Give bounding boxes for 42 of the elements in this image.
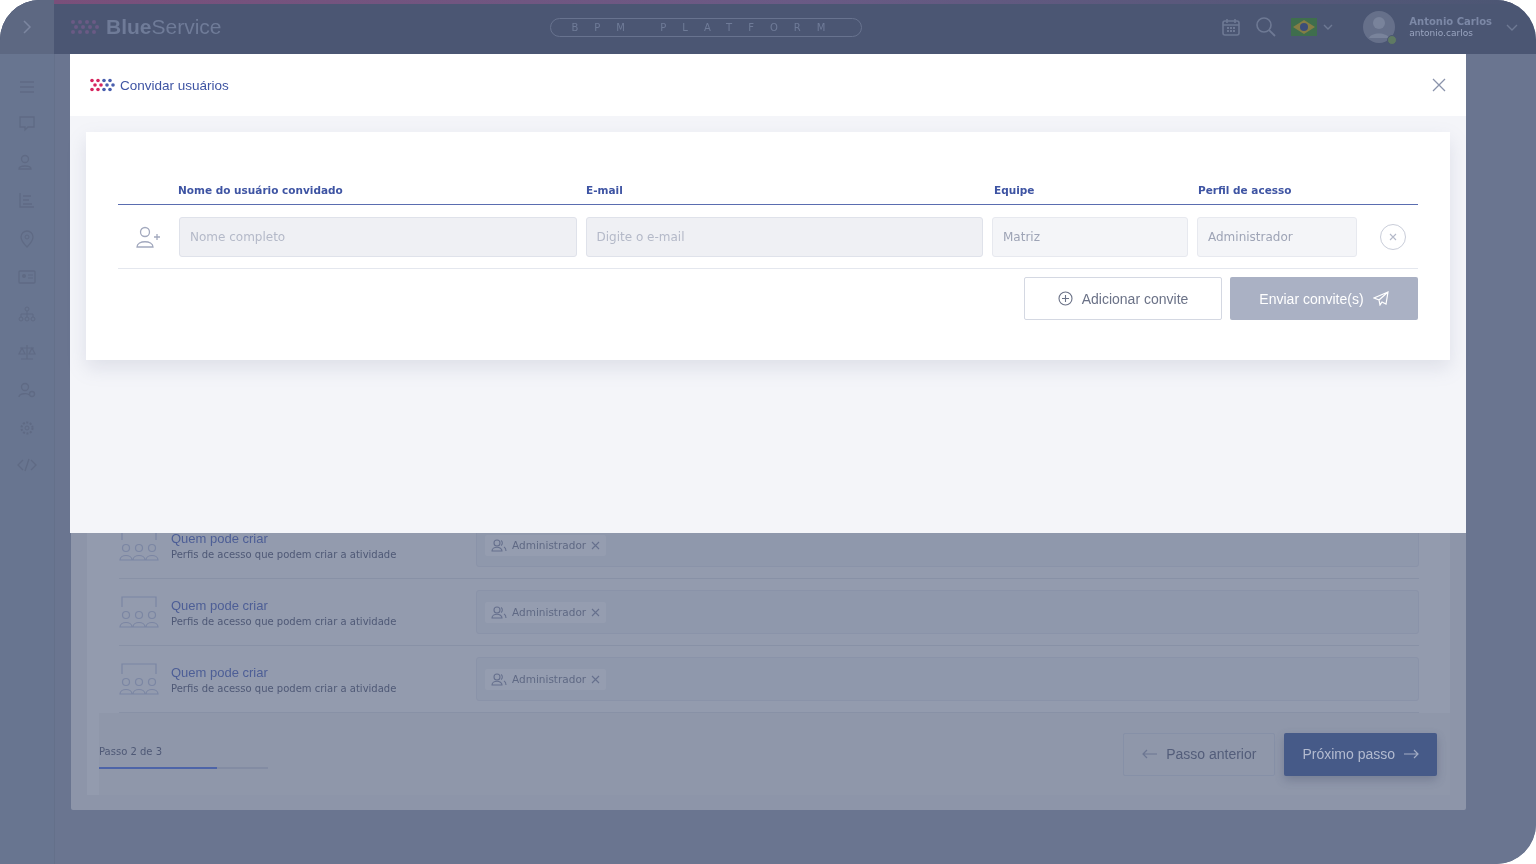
column-header: Perfil de acesso xyxy=(1198,183,1293,196)
dialog-title: Convidar usuários xyxy=(120,77,229,93)
remove-icon[interactable] xyxy=(591,540,601,550)
logo-icon xyxy=(70,19,100,35)
plus-circle-icon xyxy=(1057,291,1073,306)
chevron-icon xyxy=(22,19,32,35)
row-subtitle: Perfis de acesso que podem criar a atividade xyxy=(171,682,398,694)
previous-step-button[interactable]: Passo anterior xyxy=(1123,732,1276,776)
group-icon xyxy=(119,662,159,696)
group-icon xyxy=(119,595,159,629)
calendar-icon[interactable] xyxy=(1221,17,1242,37)
close-button[interactable] xyxy=(1430,76,1448,94)
remove-icon[interactable] xyxy=(591,674,601,684)
close-icon xyxy=(1432,78,1446,92)
next-step-button[interactable]: Próximo passo xyxy=(1284,732,1437,776)
chevron-down-icon[interactable] xyxy=(1506,23,1518,31)
flag-icon[interactable] xyxy=(1291,18,1318,36)
logo-icon xyxy=(89,78,115,92)
row-title: Quem pode criar xyxy=(171,530,269,546)
arrow-right-icon xyxy=(1403,749,1419,759)
search-icon[interactable] xyxy=(1255,16,1278,38)
remove-row-button[interactable] xyxy=(1380,223,1406,250)
column-header: Equipe xyxy=(994,183,1036,196)
add-user-icon xyxy=(136,225,162,248)
chevron-down-icon[interactable] xyxy=(1323,24,1334,30)
close-icon xyxy=(1389,232,1397,241)
row-title: Quem pode criar xyxy=(171,597,269,613)
row-subtitle: Perfis de acesso que podem criar a atividade xyxy=(171,548,398,560)
column-header: Nome do usuário convidado xyxy=(178,183,344,196)
arrow-left-icon xyxy=(1142,749,1159,759)
step-label: Passo 2 de 3 xyxy=(99,745,163,757)
sidebar-toggle[interactable] xyxy=(0,0,54,54)
user-login: antonio.carlos xyxy=(1409,27,1474,38)
add-invite-button[interactable]: Adicionar convite xyxy=(1024,277,1222,320)
input-field[interactable]: Digite o e-mail xyxy=(585,216,983,257)
column-header: E-mail xyxy=(586,183,624,196)
input-field[interactable]: Nome completo xyxy=(179,216,577,257)
avatar xyxy=(1363,11,1396,43)
paper-plane-icon xyxy=(1372,291,1389,306)
row-title: Quem pode criar xyxy=(171,664,269,680)
row-subtitle: Perfis de acesso que podem criar a atividade xyxy=(171,615,398,627)
remove-icon[interactable] xyxy=(591,607,601,617)
